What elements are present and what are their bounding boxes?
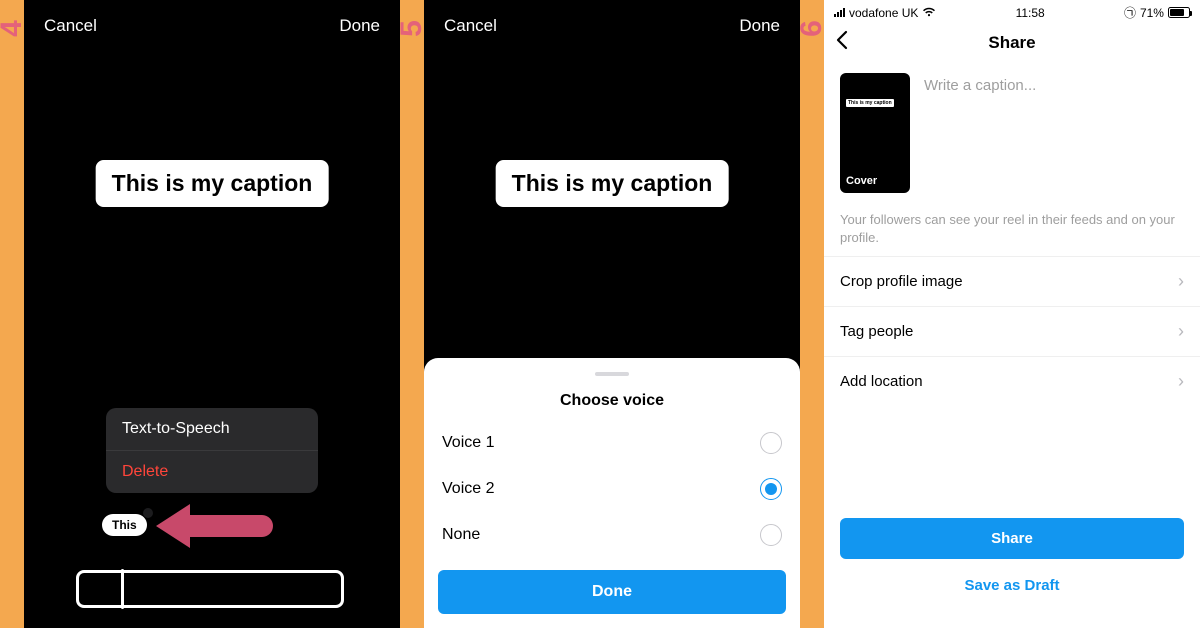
share-button[interactable]: Share: [840, 518, 1184, 559]
row-label: Crop profile image: [840, 273, 963, 290]
chevron-right-icon: ›: [1178, 371, 1184, 392]
row-label: Add location: [840, 373, 923, 390]
timeline-playhead[interactable]: [121, 569, 124, 609]
done-button[interactable]: Done: [339, 16, 380, 36]
signal-icon: [834, 8, 845, 17]
radio-unselected-icon[interactable]: [760, 524, 782, 546]
panel-tts-menu: Cancel Done This is my caption Text-to-S…: [24, 0, 400, 628]
chevron-right-icon: ›: [1178, 321, 1184, 342]
row-add-location[interactable]: Add location ›: [824, 356, 1200, 406]
caption-text[interactable]: This is my caption: [496, 160, 729, 207]
panel-choose-voice: Cancel Done This is my caption Choose vo…: [424, 0, 800, 628]
row-crop-profile[interactable]: Crop profile image ›: [824, 256, 1200, 306]
back-button[interactable]: [834, 30, 848, 56]
panel-share: vodafone UK 11:58 ㉠ 71% Share This is my…: [824, 0, 1200, 628]
caption-input[interactable]: Write a caption...: [924, 73, 1184, 193]
radio-unselected-icon[interactable]: [760, 432, 782, 454]
cover-label: Cover: [846, 175, 904, 187]
done-button[interactable]: Done: [739, 16, 780, 36]
voice-option-label: None: [442, 526, 480, 544]
thumbnail-caption: This is my caption: [846, 99, 894, 107]
sheet-grabber[interactable]: [595, 372, 629, 376]
reel-cover-thumbnail[interactable]: This is my caption Cover: [840, 73, 910, 193]
visibility-hint: Your followers can see your reel in thei…: [824, 203, 1200, 256]
tutorial-arrow-icon: [144, 496, 274, 561]
text-chip[interactable]: This: [102, 514, 147, 536]
radio-selected-icon[interactable]: [760, 478, 782, 500]
voice-option-label: Voice 2: [442, 480, 494, 498]
cancel-button[interactable]: Cancel: [44, 16, 97, 36]
carrier-label: vodafone UK: [849, 6, 918, 20]
voice-option-none[interactable]: None: [424, 512, 800, 558]
battery-percent: 71%: [1140, 6, 1164, 20]
alarm-icon: ㉠: [1124, 4, 1136, 21]
menu-item-tts[interactable]: Text-to-Speech: [106, 408, 318, 451]
row-label: Tag people: [840, 323, 913, 340]
battery-icon: [1168, 7, 1190, 18]
caption-text[interactable]: This is my caption: [96, 160, 329, 207]
voice-option-2[interactable]: Voice 2: [424, 466, 800, 512]
voice-sheet: Choose voice Voice 1 Voice 2 None Done: [424, 358, 800, 628]
status-bar: vodafone UK 11:58 ㉠ 71%: [824, 0, 1200, 23]
video-timeline[interactable]: [76, 570, 344, 608]
status-time: 11:58: [1016, 6, 1045, 20]
share-navbar: Share: [824, 23, 1200, 63]
wifi-icon: [922, 6, 936, 20]
cancel-button[interactable]: Cancel: [444, 16, 497, 36]
row-tag-people[interactable]: Tag people ›: [824, 306, 1200, 356]
text-context-menu: Text-to-Speech Delete: [106, 408, 318, 493]
page-title: Share: [988, 33, 1035, 53]
sheet-done-button[interactable]: Done: [438, 570, 786, 614]
chevron-right-icon: ›: [1178, 271, 1184, 292]
save-draft-button[interactable]: Save as Draft: [840, 565, 1184, 606]
voice-option-label: Voice 1: [442, 434, 494, 452]
menu-item-delete[interactable]: Delete: [106, 451, 318, 493]
voice-option-1[interactable]: Voice 1: [424, 420, 800, 466]
sheet-title: Choose voice: [424, 386, 800, 420]
